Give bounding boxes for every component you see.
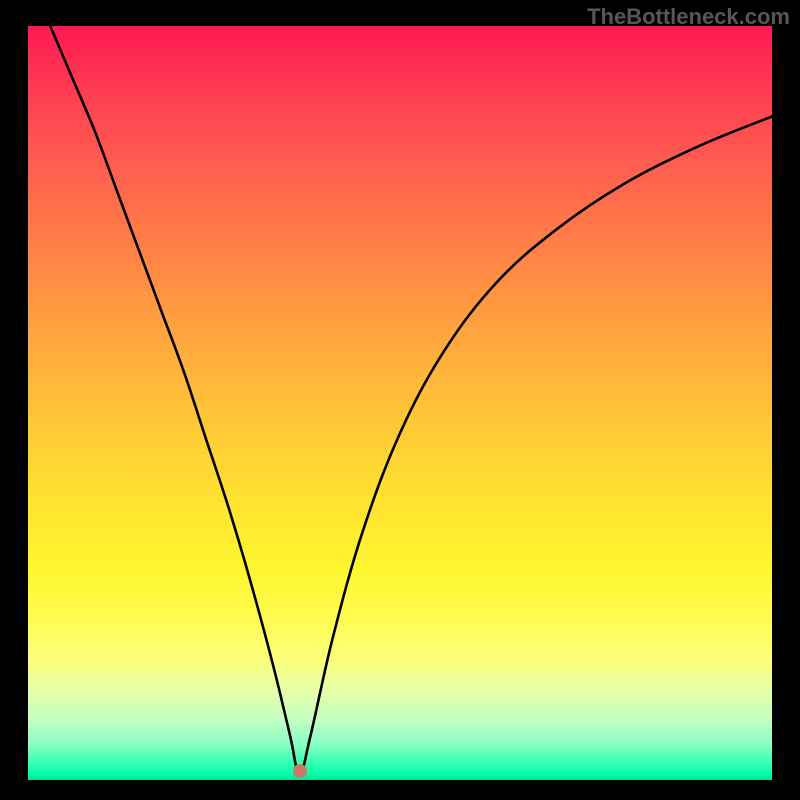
gradient-background (28, 26, 772, 780)
watermark-text: TheBottleneck.com (587, 4, 790, 30)
minimum-dot (293, 764, 307, 778)
chart-stage: TheBottleneck.com (0, 0, 800, 800)
plot-area (28, 26, 772, 780)
